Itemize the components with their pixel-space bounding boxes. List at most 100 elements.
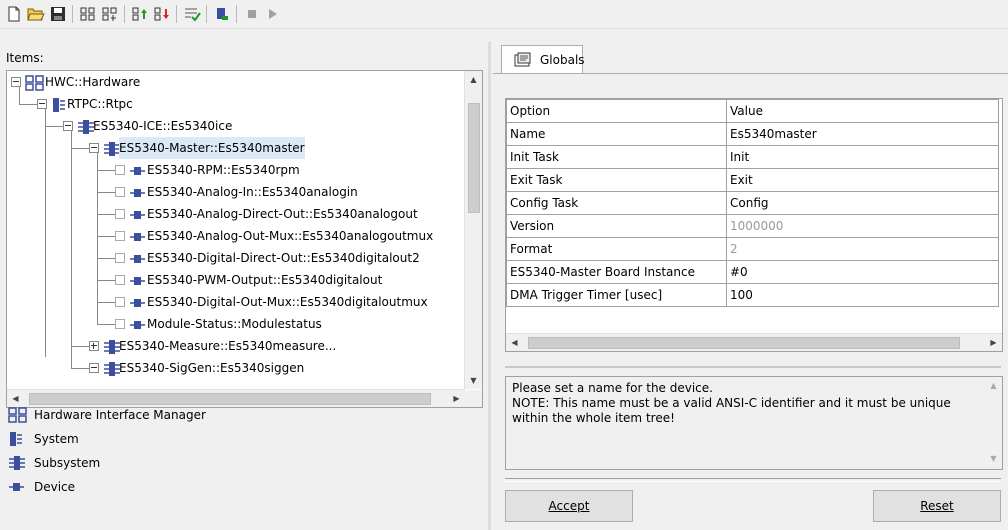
node-checkbox[interactable]: [115, 319, 125, 329]
tree-node[interactable]: ES5340-Analog-In::Es5340analogin: [7, 170, 462, 203]
value-cell[interactable]: Es5340master: [726, 122, 999, 146]
tree-node-label: ES5340-Analog-Out-Mux::Es5340analogoutmu…: [147, 229, 434, 243]
tree-node[interactable]: ES5340-Analog-Out-Mux::Es5340analogoutmu…: [7, 214, 462, 247]
node-checkbox[interactable]: [115, 165, 125, 175]
accept-label: Accept: [548, 499, 590, 513]
tree-node[interactable]: HWC::Hardware: [7, 71, 462, 93]
tab-globals[interactable]: Globals: [501, 45, 585, 74]
value-cell: 2: [726, 237, 999, 261]
scroll-right-icon[interactable]: ▶: [985, 334, 1002, 351]
collapse-icon[interactable]: [63, 121, 73, 131]
node-checkbox[interactable]: [115, 187, 125, 197]
system-icon: [51, 97, 67, 120]
add-subsystem-icon[interactable]: [78, 4, 98, 24]
tree-node[interactable]: ES5340-PWM-Output::Es5340digitalout: [7, 258, 462, 291]
stop-icon[interactable]: [242, 4, 262, 24]
scroll-thumb[interactable]: [528, 337, 960, 349]
legend-label: Hardware Interface Manager: [34, 408, 206, 422]
node-checkbox[interactable]: [115, 231, 125, 241]
tree-node-label: ES5340-Digital-Direct-Out::Es5340digital…: [147, 251, 420, 265]
value-cell[interactable]: 100: [726, 283, 999, 307]
check-icon[interactable]: [182, 4, 202, 24]
tree-node[interactable]: ES5340-ICE::Es5340ice: [7, 104, 462, 137]
device-icon: [129, 251, 145, 274]
items-label: Items:: [6, 51, 44, 65]
device-icon: [129, 229, 145, 252]
device-icon: [129, 207, 145, 230]
scroll-down-icon[interactable]: ▼: [465, 372, 482, 389]
table-row[interactable]: Format 2: [506, 237, 999, 261]
device-icon: [129, 185, 145, 208]
tree-node[interactable]: ES5340-Measure::Es5340measure...: [7, 324, 462, 357]
tree-node-label: ES5340-Measure::Es5340measure...: [119, 339, 337, 353]
move-up-icon[interactable]: [130, 4, 150, 24]
collapse-icon[interactable]: [89, 363, 99, 373]
tree-node[interactable]: RTPC::Rtpc: [7, 82, 462, 115]
tree-node[interactable]: Module-Status::Modulestatus: [7, 302, 462, 335]
expand-icon[interactable]: [89, 341, 99, 351]
tree-node[interactable]: ES5340-Digital-Direct-Out::Es5340digital…: [7, 236, 462, 269]
tree-node-label: ES5340-Digital-Out-Mux::Es5340digitalout…: [147, 295, 428, 309]
add-device-icon[interactable]: [100, 4, 120, 24]
scroll-thumb[interactable]: [468, 103, 480, 213]
device-icon: [8, 479, 24, 502]
node-checkbox[interactable]: [115, 253, 125, 263]
device-icon: [129, 163, 145, 186]
value-cell[interactable]: #0: [726, 260, 999, 284]
value-cell[interactable]: Exit: [726, 168, 999, 192]
scroll-right-icon[interactable]: ▶: [448, 390, 465, 407]
option-cell: Config Task: [506, 191, 727, 215]
hardware-icon: [8, 407, 28, 430]
move-down-icon[interactable]: [152, 4, 172, 24]
tree-node[interactable]: ES5340-RPM::Es5340rpm: [7, 148, 462, 181]
table-row[interactable]: Init Task Init: [506, 145, 999, 169]
table-row[interactable]: Exit Task Exit: [506, 168, 999, 192]
grid-header-option: Option: [506, 99, 727, 123]
info-vertical-scrollbar[interactable]: ▲ ▼: [985, 377, 1002, 467]
value-cell[interactable]: Config: [726, 191, 999, 215]
collapse-icon[interactable]: [89, 143, 99, 153]
scroll-up-icon[interactable]: ▲: [465, 71, 482, 88]
grid-info-splitter[interactable]: [505, 366, 1001, 368]
scroll-down-icon[interactable]: ▼: [985, 450, 1002, 467]
new-icon[interactable]: [4, 4, 24, 24]
tree-node-label: Module-Status::Modulestatus: [147, 317, 322, 331]
value-cell: 1000000: [726, 214, 999, 238]
grid-horizontal-scrollbar[interactable]: ◀ ▶: [506, 333, 1002, 351]
device-icon: [129, 273, 145, 296]
option-cell: DMA Trigger Timer [usec]: [506, 283, 727, 307]
tree-node-label: RTPC::Rtpc: [67, 97, 133, 111]
save-icon[interactable]: [48, 4, 68, 24]
collapse-icon[interactable]: [37, 99, 47, 109]
play-icon[interactable]: [262, 4, 282, 24]
tree-node-label: ES5340-PWM-Output::Es5340digitalout: [147, 273, 383, 287]
tree-node[interactable]: ES5340-Analog-Direct-Out::Es5340analogou…: [7, 192, 462, 225]
tree-node-label: ES5340-ICE::Es5340ice: [93, 119, 233, 133]
table-row[interactable]: Config Task Config: [506, 191, 999, 215]
panel-splitter[interactable]: [488, 42, 491, 530]
legend-item: Device: [6, 476, 306, 498]
item-tree[interactable]: ES5340-SigGen::Es5340siggen ES5340-Measur…: [6, 70, 483, 408]
node-checkbox[interactable]: [115, 297, 125, 307]
collapse-icon[interactable]: [11, 77, 21, 87]
run-icon[interactable]: [212, 4, 232, 24]
scroll-up-icon[interactable]: ▲: [985, 377, 1002, 394]
open-icon[interactable]: [26, 4, 46, 24]
scroll-left-icon[interactable]: ◀: [506, 334, 523, 351]
device-icon: [129, 295, 145, 318]
tree-node[interactable]: ES5340-SigGen::Es5340siggen: [7, 346, 462, 379]
value-cell[interactable]: Init: [726, 145, 999, 169]
node-checkbox[interactable]: [115, 209, 125, 219]
hardware-icon: [25, 75, 45, 98]
option-cell: Version: [506, 214, 727, 238]
table-row[interactable]: Version 1000000: [506, 214, 999, 238]
tree-node[interactable]: ES5340-Digital-Out-Mux::Es5340digitalout…: [7, 280, 462, 313]
accept-button[interactable]: Accept: [505, 490, 633, 522]
table-row[interactable]: Name Es5340master: [506, 122, 999, 146]
tree-node[interactable]: ES5340-Master::Es5340master: [7, 126, 462, 159]
reset-button[interactable]: Reset: [873, 490, 1001, 522]
table-row[interactable]: DMA Trigger Timer [usec] 100: [506, 283, 999, 307]
table-row[interactable]: ES5340-Master Board Instance #0: [506, 260, 999, 284]
node-checkbox[interactable]: [115, 275, 125, 285]
tree-vertical-scrollbar[interactable]: ▲ ▼: [464, 71, 482, 389]
